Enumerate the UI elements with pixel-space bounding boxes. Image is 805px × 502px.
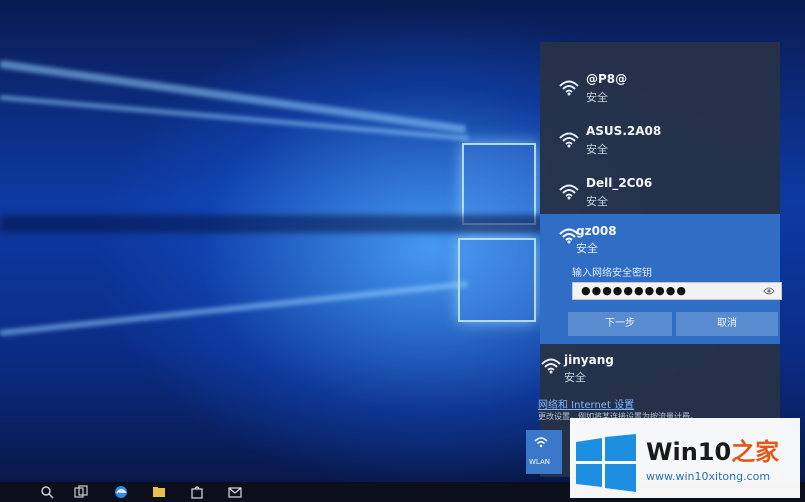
wifi-network-item[interactable]: Dell_2C06 安全	[540, 166, 780, 218]
wifi-network-item[interactable]: ASUS.2A08 安全	[540, 114, 780, 166]
cancel-button[interactable]: 取消	[676, 312, 778, 336]
wifi-network-ssid: gz008	[576, 224, 617, 238]
wifi-network-status: 安全	[576, 242, 598, 255]
wifi-signal-icon	[559, 184, 579, 200]
watermark-title: Win10之家	[646, 432, 779, 467]
watermark-title-suffix: 之家	[731, 438, 780, 466]
wifi-icon	[534, 437, 548, 448]
wifi-network-item[interactable]: jinyang 安全	[540, 346, 780, 398]
wlan-quick-action-tile[interactable]: WLAN	[526, 430, 562, 474]
wifi-flyout-panel: @P8@ 安全 ASUS.2A08 安全 Dell_2C06 安全 gz008	[526, 42, 782, 477]
network-settings-link[interactable]: 网络和 Internet 设置	[538, 396, 634, 411]
password-input[interactable]: ●●●●●●●●●●	[572, 282, 782, 300]
store-icon[interactable]	[190, 485, 204, 499]
watermark-url: www.win10xitong.com	[646, 470, 771, 483]
wifi-network-item-active[interactable]: gz008 安全 输入网络安全密钥 ●●●●●●●●●● 下一步 取消	[540, 214, 782, 344]
wifi-network-item[interactable]: @P8@ 安全	[540, 62, 780, 114]
password-label: 输入网络安全密钥	[572, 268, 652, 279]
wifi-network-ssid: @P8@	[586, 72, 628, 86]
wifi-network-status: 安全	[564, 371, 586, 384]
watermark-title-prefix: Win10	[646, 438, 732, 466]
wifi-network-status: 安全	[586, 91, 608, 104]
windows-logo-icon	[576, 434, 636, 492]
wifi-network-ssid: ASUS.2A08	[586, 124, 662, 138]
search-icon[interactable]	[40, 485, 54, 499]
wifi-signal-icon	[541, 358, 561, 374]
wifi-network-ssid: Dell_2C06	[586, 176, 653, 190]
wifi-network-status: 安全	[586, 195, 608, 208]
desktop-shadow-band	[0, 215, 560, 233]
wifi-network-ssid: jinyang	[564, 353, 614, 367]
wifi-signal-icon	[559, 132, 579, 148]
light-beam	[0, 60, 466, 134]
win10-watermark: Win10之家 www.win10xitong.com	[570, 418, 800, 498]
edge-browser-icon[interactable]	[114, 485, 128, 499]
file-explorer-icon[interactable]	[152, 485, 166, 499]
mail-icon[interactable]	[228, 485, 242, 499]
reveal-password-icon[interactable]	[763, 286, 775, 296]
next-button[interactable]: 下一步	[568, 312, 672, 336]
wlan-tile-label: WLAN	[529, 458, 551, 466]
wifi-network-status: 安全	[586, 143, 608, 156]
light-beam	[0, 280, 468, 336]
task-view-icon[interactable]	[74, 485, 88, 499]
windows-logo-pane	[462, 143, 536, 225]
wifi-signal-icon	[559, 80, 579, 96]
password-value: ●●●●●●●●●●	[581, 284, 687, 297]
windows-logo-pane	[458, 238, 536, 322]
